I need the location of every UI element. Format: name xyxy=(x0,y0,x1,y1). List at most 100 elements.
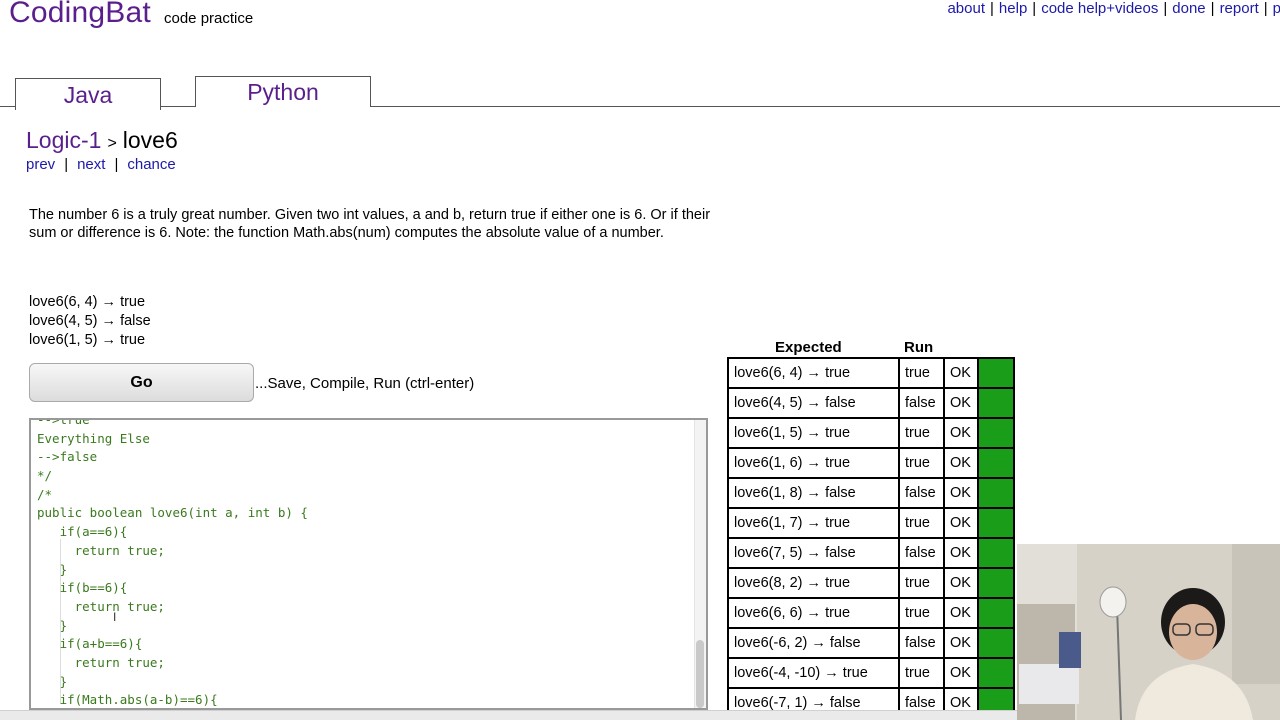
separator: | xyxy=(1032,0,1037,17)
run-cell: true xyxy=(898,417,945,449)
result-row: love6(8, 2) → true true OK xyxy=(727,567,1015,599)
run-cell: true xyxy=(898,597,945,629)
status-cell: OK xyxy=(943,537,979,569)
expected-cell: love6(1, 7) → true xyxy=(727,507,900,539)
pass-indicator xyxy=(977,597,1015,629)
expected-cell: love6(4, 5) → false xyxy=(727,387,900,419)
webcam-image xyxy=(1017,544,1280,720)
problem-nav: prev | next | chance xyxy=(26,156,176,173)
expected-cell: love6(-6, 2) → false xyxy=(727,627,900,659)
code-line: public boolean love6(int a, int b) { xyxy=(37,505,308,521)
code-help-videos-link[interactable]: code help+videos xyxy=(1041,0,1158,17)
code-line: } xyxy=(37,673,68,689)
result-row: love6(1, 8) → false false OK xyxy=(727,477,1015,509)
expected-cell: love6(7, 5) → false xyxy=(727,537,900,569)
code-editor[interactable]: -->true Everything Else -->false */ /* p… xyxy=(29,418,708,710)
separator: | xyxy=(1163,0,1168,17)
example-line: love6(4, 5) → false xyxy=(29,313,151,329)
code-line: return true; xyxy=(37,654,165,670)
pass-indicator xyxy=(977,417,1015,449)
expected-cell: love6(1, 8) → false xyxy=(727,477,900,509)
prefs-link[interactable]: pr xyxy=(1273,0,1280,17)
logo[interactable]: CodingBat xyxy=(9,0,151,30)
status-cell: OK xyxy=(943,417,979,449)
result-row: love6(4, 5) → false false OK xyxy=(727,387,1015,419)
status-cell: OK xyxy=(943,567,979,599)
section-link[interactable]: Logic-1 xyxy=(26,127,101,153)
pass-indicator xyxy=(977,357,1015,389)
expected-cell: love6(1, 5) → true xyxy=(727,417,900,449)
pass-indicator xyxy=(977,387,1015,419)
expected-cell: love6(8, 2) → true xyxy=(727,567,900,599)
result-row: love6(1, 5) → true true OK xyxy=(727,417,1015,449)
code-line: if(Math.abs(a-b)==6){ xyxy=(37,692,218,708)
code-line: if(a+b==6){ xyxy=(37,636,143,652)
tab-java[interactable]: Java xyxy=(15,78,161,110)
report-link[interactable]: report xyxy=(1220,0,1259,17)
code-line: if(b==6){ xyxy=(37,580,128,596)
status-cell: OK xyxy=(943,357,979,389)
run-cell: true xyxy=(898,567,945,599)
expected-cell: love6(6, 4) → true xyxy=(727,357,900,389)
status-cell: OK xyxy=(943,597,979,629)
run-cell: false xyxy=(898,387,945,419)
pass-indicator xyxy=(977,477,1015,509)
result-row: love6(1, 6) → true true OK xyxy=(727,447,1015,479)
code-line: if(a==6){ xyxy=(37,524,128,540)
code-line: return true; xyxy=(37,598,165,614)
top-links: about | help | code help+videos | done | report |… xyxy=(947,0,1280,17)
status-cell: OK xyxy=(943,447,979,479)
page-title: love6 xyxy=(122,127,178,153)
code-line: -->false xyxy=(37,449,98,465)
text-cursor-icon: I xyxy=(113,610,117,624)
next-link[interactable]: next xyxy=(77,156,105,173)
result-row: love6(1, 7) → true true OK xyxy=(727,507,1015,539)
expected-header: Expected xyxy=(775,339,842,356)
run-cell: false xyxy=(898,537,945,569)
chance-link[interactable]: chance xyxy=(127,156,175,173)
tab-python[interactable]: Python xyxy=(195,76,371,107)
run-cell: false xyxy=(898,477,945,509)
code-lines: -->true Everything Else -->false */ /* p… xyxy=(37,418,308,708)
code-line: /* xyxy=(37,486,53,502)
result-row: love6(6, 4) → true true OK xyxy=(727,357,1015,389)
breadcrumb: Logic-1 > love6 xyxy=(26,127,178,154)
expected-cell: love6(-4, -10) → true xyxy=(727,657,900,689)
code-line: -->true xyxy=(37,418,90,427)
done-link[interactable]: done xyxy=(1172,0,1205,17)
status-cell: OK xyxy=(943,657,979,689)
separator: | xyxy=(64,156,69,173)
examples: love6(6, 4) → true love6(4, 5) → false l… xyxy=(29,293,151,350)
code-line: return true; xyxy=(37,542,165,558)
example-line: love6(1, 5) → true xyxy=(29,332,146,348)
results-table: love6(6, 4) → true true OK love6(4, 5) → fa… xyxy=(727,357,1015,719)
run-header: Run xyxy=(904,339,934,356)
editor-scroll-thumb[interactable] xyxy=(696,640,704,708)
code-line: */ xyxy=(37,468,53,484)
status-cell: OK xyxy=(943,387,979,419)
about-link[interactable]: about xyxy=(947,0,985,17)
run-cell: true xyxy=(898,447,945,479)
status-cell: OK xyxy=(943,507,979,539)
pass-indicator xyxy=(977,507,1015,539)
result-row: love6(-6, 2) → false false OK xyxy=(727,627,1015,659)
result-row: love6(6, 6) → true true OK xyxy=(727,597,1015,629)
expected-cell: love6(6, 6) → true xyxy=(727,597,900,629)
code-line: } xyxy=(37,561,68,577)
webcam-overlay xyxy=(1017,544,1280,720)
help-link[interactable]: help xyxy=(999,0,1027,17)
prev-link[interactable]: prev xyxy=(26,156,55,173)
code-line: } xyxy=(37,617,68,633)
separator: | xyxy=(1263,0,1268,17)
editor-scrollbar[interactable] xyxy=(694,420,706,708)
horizontal-scrollbar[interactable] xyxy=(0,710,1017,720)
logo-subtitle: code practice xyxy=(164,10,254,27)
pass-indicator xyxy=(977,447,1015,479)
run-cell: false xyxy=(898,627,945,659)
go-hint: ...Save, Compile, Run (ctrl-enter) xyxy=(255,375,475,392)
go-button[interactable]: Go xyxy=(29,363,254,402)
pass-indicator xyxy=(977,567,1015,599)
run-cell: true xyxy=(898,357,945,389)
pass-indicator xyxy=(977,627,1015,659)
expected-cell: love6(1, 6) → true xyxy=(727,447,900,479)
